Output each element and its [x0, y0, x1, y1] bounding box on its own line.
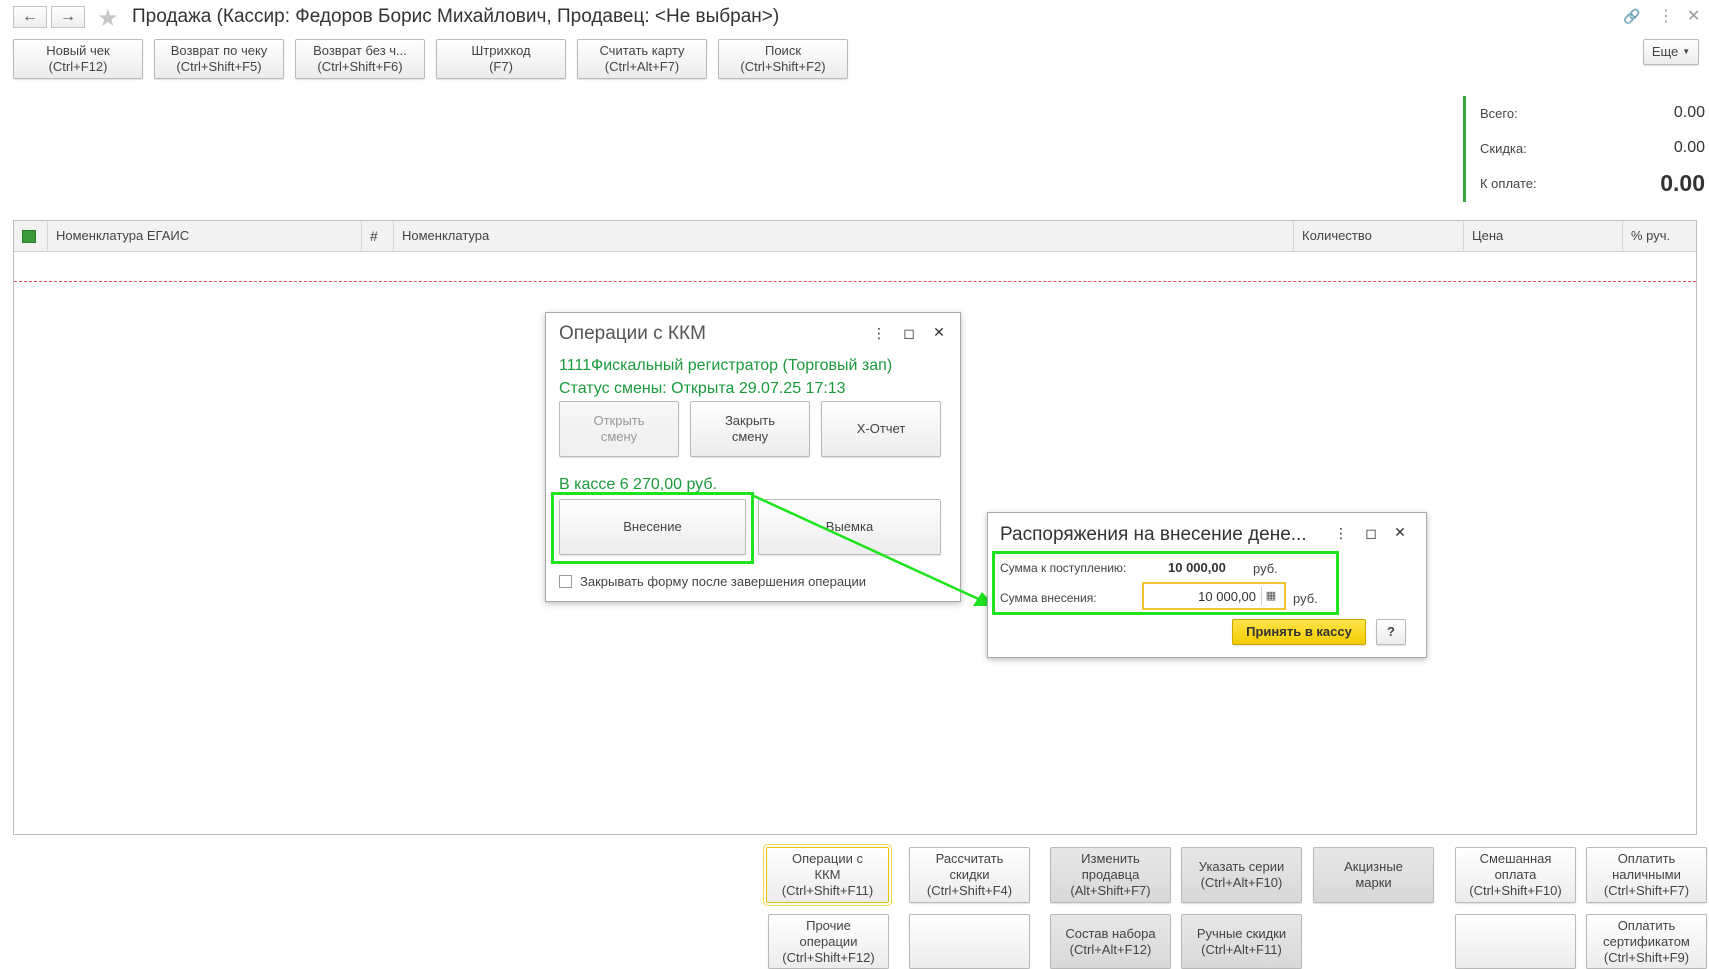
- button-shortcut: (Ctrl+Shift+F10): [1469, 883, 1562, 898]
- button-shortcut: (Ctrl+Shift+F4): [926, 883, 1013, 898]
- button-label: Рассчитать: [935, 851, 1004, 866]
- button-label: Изменить: [1081, 851, 1140, 866]
- pay-cash-button[interactable]: Оплатить наличными (Ctrl+Shift+F7): [1586, 847, 1707, 903]
- empty-button[interactable]: [1455, 914, 1576, 969]
- button-shortcut: (Ctrl+Shift+F12): [782, 949, 875, 965]
- kit-composition-button[interactable]: Состав набора (Ctrl+Alt+F12): [1050, 914, 1171, 969]
- button-shortcut: (Ctrl+Alt+F12): [1069, 941, 1152, 957]
- button-label: оплата: [1494, 867, 1537, 882]
- button-label: Акцизные: [1344, 859, 1403, 874]
- more-vertical-icon[interactable]: ⋮: [1332, 525, 1350, 542]
- button-label: марки: [1355, 875, 1392, 890]
- button-label: Прочие: [806, 917, 851, 933]
- button-label: операции: [799, 933, 858, 949]
- button-label: ККМ: [814, 867, 841, 882]
- annotation-arrow: [753, 494, 995, 606]
- maximize-icon[interactable]: ◻: [1362, 525, 1380, 542]
- button-shortcut: (Ctrl+Alt+F11): [1201, 941, 1282, 957]
- amount-fields-highlight: [992, 551, 1339, 615]
- manual-discounts-button[interactable]: Ручные скидки (Ctrl+Alt+F11): [1181, 914, 1302, 969]
- dialog-title: Распоряжения на внесение дене...: [1000, 524, 1307, 545]
- button-label: ?: [1387, 624, 1395, 639]
- button-label: Смешанная: [1479, 851, 1552, 866]
- button-label: Операции с: [792, 851, 863, 866]
- button-shortcut: (Ctrl+Shift+F7): [1603, 883, 1690, 898]
- button-label: Ручные скидки: [1196, 925, 1287, 941]
- empty-button[interactable]: [909, 914, 1030, 969]
- help-button[interactable]: ?: [1376, 619, 1406, 645]
- accept-to-cash-button[interactable]: Принять в кассу: [1232, 619, 1366, 645]
- other-operations-button[interactable]: Прочие операции (Ctrl+Shift+F12): [768, 914, 889, 969]
- button-label: Оплатить: [1617, 917, 1676, 933]
- button-label: Указать серии: [1198, 859, 1285, 874]
- button-label: скидки: [949, 867, 990, 882]
- specify-series-button[interactable]: Указать серии (Ctrl+Alt+F10): [1181, 847, 1302, 903]
- excise-marks-button[interactable]: Акцизные марки: [1313, 847, 1434, 903]
- kkm-operations-button[interactable]: Операции с ККМ (Ctrl+Shift+F11): [766, 847, 889, 903]
- button-shortcut: (Ctrl+Shift+F11): [781, 883, 874, 898]
- button-label: продавца: [1081, 867, 1140, 882]
- close-icon[interactable]: ✕: [1391, 524, 1409, 541]
- change-seller-button[interactable]: Изменить продавца (Alt+Shift+F7): [1050, 847, 1171, 903]
- button-shortcut: (Ctrl+Alt+F10): [1200, 875, 1283, 890]
- button-label: наличными: [1612, 867, 1681, 882]
- calculate-discounts-button[interactable]: Рассчитать скидки (Ctrl+Shift+F4): [909, 847, 1030, 903]
- pay-certificate-button[interactable]: Оплатить сертификатом (Ctrl+Shift+F9): [1586, 914, 1707, 969]
- button-shortcut: (Alt+Shift+F7): [1070, 883, 1151, 898]
- button-label: Оплатить: [1617, 851, 1676, 866]
- button-label: Принять в кассу: [1246, 624, 1352, 639]
- button-label: сертификатом: [1603, 933, 1690, 949]
- mixed-payment-button[interactable]: Смешанная оплата (Ctrl+Shift+F10): [1455, 847, 1576, 903]
- button-label: Состав набора: [1065, 925, 1156, 941]
- button-shortcut: (Ctrl+Shift+F9): [1603, 949, 1690, 965]
